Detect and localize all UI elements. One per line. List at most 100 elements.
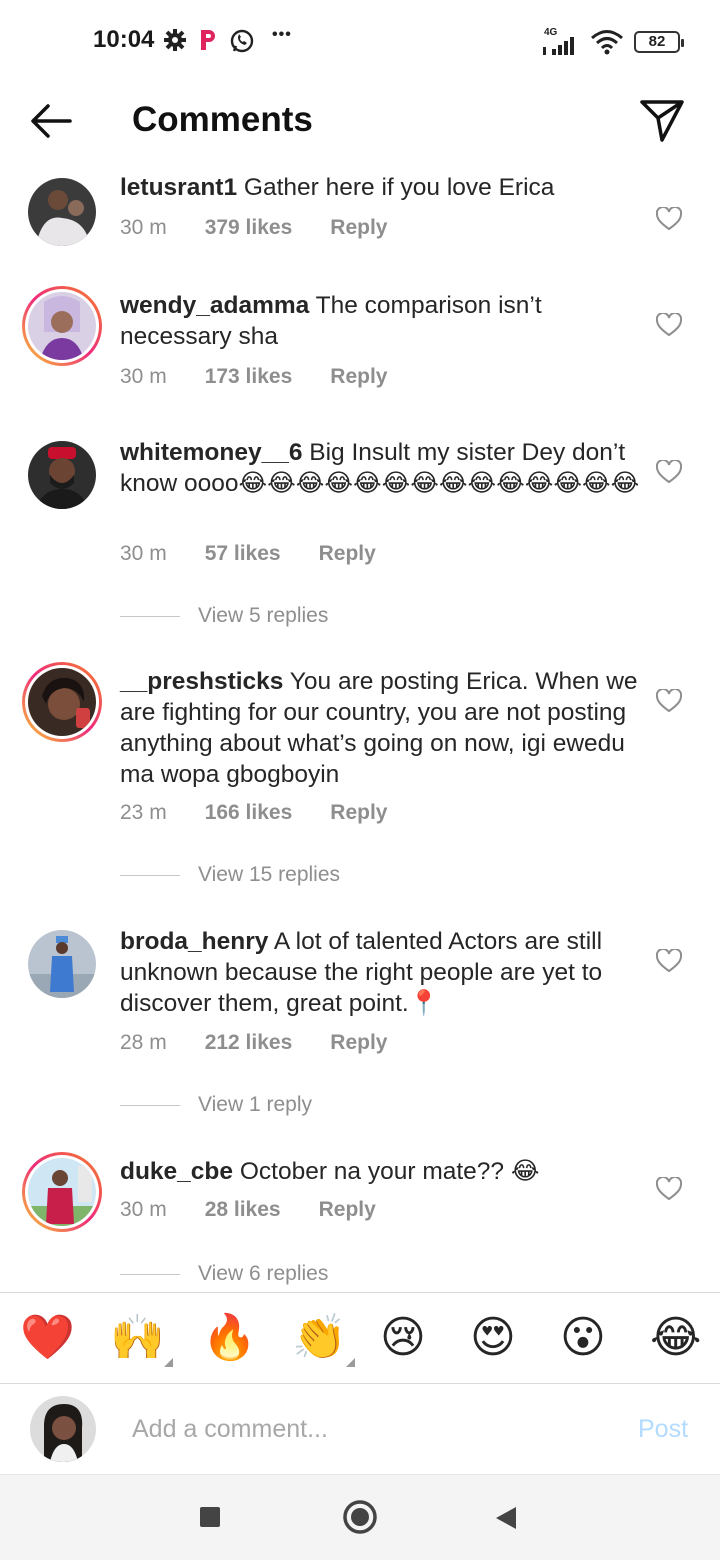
wifi-icon [591,30,623,55]
reply-button[interactable]: Reply [330,216,387,240]
reply-button[interactable]: Reply [319,1198,376,1222]
comment-time: 30 m [120,365,167,388]
comment-meta: 30 m 379 likes Reply [120,216,425,240]
emoji-clap-button[interactable]: 👏 [292,1313,355,1367]
heart-outline-icon [655,311,683,337]
more-dots-icon: ••• [272,26,292,43]
emoji-crying-button[interactable]: 😢 [380,1313,426,1363]
circle-icon [343,1500,377,1534]
triangle-back-icon [496,1507,516,1529]
like-button[interactable] [655,205,683,231]
view-replies-button[interactable]: View 6 replies [120,1262,328,1286]
comment-likes[interactable]: 212 likes [205,1031,293,1055]
status-time: 10:04 [93,26,155,53]
reply-button[interactable]: Reply [330,1031,387,1055]
back-nav-button[interactable] [494,1505,518,1536]
avatar[interactable] [28,441,96,509]
emoji-surprised-button[interactable]: 😮 [560,1313,606,1363]
home-button[interactable] [342,1499,378,1540]
emoji-label: 👏 [292,1313,347,1362]
signal-icon [543,37,574,55]
comment-likes[interactable]: 57 likes [205,542,281,566]
comment-time: 30 m [120,216,167,239]
recents-button[interactable] [198,1505,222,1534]
arrow-left-icon [31,104,72,138]
like-button[interactable] [655,687,683,713]
paper-plane-icon [640,100,684,142]
heart-outline-icon [655,687,683,713]
avatar[interactable] [28,178,96,246]
comment-meta: 28 m 212 likes Reply [120,1031,425,1055]
divider [120,1104,180,1106]
avatar[interactable] [22,1152,102,1232]
heart-outline-icon [655,458,683,484]
skin-tone-indicator [163,1358,173,1367]
view-replies-label: View 15 replies [198,863,341,886]
view-replies-button[interactable]: View 1 reply [120,1093,312,1117]
comment-item: wendy_adamma The comparison isn’t necess… [0,286,720,430]
avatar-image [28,930,96,998]
avatar-image [28,292,96,360]
back-button[interactable] [26,98,78,144]
avatar[interactable] [22,662,102,742]
avatar-image [28,668,96,736]
comment-likes[interactable]: 379 likes [205,216,293,240]
emoji-heart-eyes-button[interactable]: 😍 [470,1313,516,1363]
avatar-image [28,1158,96,1226]
view-replies-button[interactable]: View 15 replies [120,863,340,887]
battery-icon: 82 [634,31,684,53]
avatar[interactable] [28,930,96,998]
comment-item: __preshsticks You are posting Erica. Whe… [0,662,720,896]
comment-meta: 30 m 57 likes Reply [120,542,414,566]
emoji-fire-button[interactable]: 🔥 [202,1313,257,1363]
avatar[interactable] [22,286,102,366]
comment-time: 23 m [120,801,167,824]
comment-text: broda_henry A lot of talented Actors are… [120,926,640,1019]
comment-text: whitemoney__6 Big Insult my sister Dey d… [120,437,640,499]
emoji-heart-button[interactable]: ❤️ [20,1313,75,1363]
comment-meta: 30 m 28 likes Reply [120,1198,414,1222]
view-replies-label: View 1 reply [198,1093,313,1116]
comment-username[interactable]: broda_henry [120,928,268,955]
share-button[interactable] [636,94,688,146]
divider [120,615,180,617]
comment-likes[interactable]: 166 likes [205,801,293,825]
system-nav-bar [0,1474,720,1560]
view-replies-button[interactable]: View 5 replies [120,604,328,628]
comment-meta: 30 m 173 likes Reply [120,365,425,389]
like-button[interactable] [655,1175,683,1201]
emoji-raised-hands-button[interactable]: 🙌 [110,1313,173,1367]
comment-time: 30 m [120,1198,167,1221]
current-user-avatar [30,1396,96,1462]
comment-username[interactable]: letusrant1 [120,174,237,201]
like-button[interactable] [655,947,683,973]
comment-username[interactable]: __preshsticks [120,668,283,695]
emoji-label: 🙌 [110,1313,165,1362]
heart-outline-icon [655,1175,683,1201]
view-replies-label: View 6 replies [198,1262,329,1285]
comment-likes[interactable]: 28 likes [205,1198,281,1222]
comment-time: 30 m [120,542,167,565]
reply-button[interactable]: Reply [330,801,387,825]
emoji-laughing-button[interactable]: 😂 [650,1313,701,1363]
reply-button[interactable]: Reply [330,365,387,389]
comment-username[interactable]: whitemoney__6 [120,439,302,466]
whatsapp-icon [230,29,254,53]
reply-button[interactable]: Reply [319,542,376,566]
comment-username[interactable]: wendy_adamma [120,292,309,319]
like-button[interactable] [655,458,683,484]
comment-time: 28 m [120,1031,167,1054]
comments-list[interactable]: letusrant1 Gather here if you love Erica… [0,160,720,1290]
comment-username[interactable]: duke_cbe [120,1158,233,1185]
post-button[interactable]: Post [638,1415,688,1444]
comment-item: letusrant1 Gather here if you love Erica… [0,172,720,282]
like-button[interactable] [655,311,683,337]
avatar-image [28,178,96,246]
comment-likes[interactable]: 173 likes [205,365,293,389]
add-comment-bar: Post [0,1384,720,1474]
comment-text: letusrant1 Gather here if you love Erica [120,172,640,203]
comment-input[interactable] [132,1408,602,1450]
view-replies-label: View 5 replies [198,604,329,627]
comment-item: whitemoney__6 Big Insult my sister Dey d… [0,437,720,627]
page-title: Comments [132,100,313,139]
